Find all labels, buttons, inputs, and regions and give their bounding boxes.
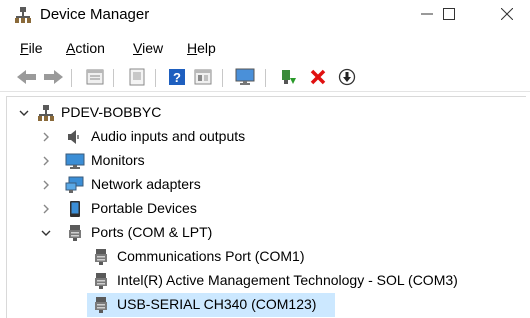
tree-item-label: Ports (COM & LPT) xyxy=(91,224,213,240)
tree-item-label: Monitors xyxy=(91,152,145,168)
chevron-down-icon[interactable] xyxy=(17,106,31,120)
chevron-right-icon[interactable] xyxy=(39,130,53,144)
properties-button[interactable] xyxy=(84,67,106,89)
portable-device-icon xyxy=(67,200,85,218)
port-icon xyxy=(67,224,85,242)
device-tree: PDEV-BOBBYC Audio inputs and outputs Mon… xyxy=(6,96,526,318)
tree-item-label: Intel(R) Active Management Technology - … xyxy=(117,272,458,288)
help-icon: ? xyxy=(168,68,186,89)
properties-icon xyxy=(86,69,104,88)
tree-item-com3[interactable]: Intel(R) Active Management Technology - … xyxy=(7,269,525,293)
tree-item-label: Network adapters xyxy=(91,176,201,192)
menu-help[interactable]: Help xyxy=(187,40,216,56)
update-driver-button[interactable] xyxy=(278,67,300,89)
close-button[interactable] xyxy=(484,0,530,30)
menu-action[interactable]: Action xyxy=(66,40,105,56)
tree-item-audio[interactable]: Audio inputs and outputs xyxy=(7,125,525,149)
view-button[interactable] xyxy=(192,67,214,89)
update-driver-icon xyxy=(280,68,298,89)
svg-text:?: ? xyxy=(173,70,181,85)
maximize-icon xyxy=(443,7,455,23)
device-manager-icon xyxy=(14,6,32,24)
toolbar-separator xyxy=(71,69,72,87)
toolbar-separator xyxy=(222,69,223,87)
help-button[interactable]: ? xyxy=(166,67,188,89)
port-icon xyxy=(93,248,111,266)
menu-bar: File Action View Help xyxy=(0,36,530,60)
uninstall-button[interactable] xyxy=(307,67,329,89)
show-hidden-button[interactable] xyxy=(126,67,148,89)
monitor-icon xyxy=(235,68,255,89)
forward-arrow-icon xyxy=(43,69,63,88)
tree-root-label: PDEV-BOBBYC xyxy=(61,104,162,120)
window-title: Device Manager xyxy=(40,6,150,23)
toolbar-separator xyxy=(113,69,114,87)
port-icon xyxy=(93,296,111,314)
tree-item-monitors[interactable]: Monitors xyxy=(7,149,525,173)
close-icon xyxy=(500,7,514,23)
disable-device-button[interactable] xyxy=(336,67,358,89)
monitor-icon xyxy=(65,152,85,170)
toolbar-separator xyxy=(265,69,266,87)
chevron-down-icon[interactable] xyxy=(39,226,53,240)
back-button[interactable] xyxy=(16,67,38,89)
chevron-right-icon[interactable] xyxy=(39,154,53,168)
show-hidden-icon xyxy=(128,68,146,89)
maximize-button[interactable] xyxy=(426,0,472,30)
tree-item-label: Communications Port (COM1) xyxy=(117,248,305,264)
toolbar-separator xyxy=(155,69,156,87)
tree-item-label: Audio inputs and outputs xyxy=(91,128,246,144)
port-icon xyxy=(93,272,111,290)
back-arrow-icon xyxy=(17,69,37,88)
tree-item-com123[interactable]: USB-SERIAL CH340 (COM123) xyxy=(87,293,335,317)
tree-root[interactable]: PDEV-BOBBYC xyxy=(7,101,525,125)
tree-item-portable-devices[interactable]: Portable Devices xyxy=(7,197,525,221)
scan-hardware-button[interactable] xyxy=(234,67,256,89)
tree-item-network-adapters[interactable]: Network adapters xyxy=(7,173,525,197)
uninstall-icon xyxy=(310,69,326,88)
toolbar: ? xyxy=(0,64,530,92)
forward-button[interactable] xyxy=(42,67,64,89)
tree-item-com1[interactable]: Communications Port (COM1) xyxy=(7,245,525,269)
title-bar: Device Manager xyxy=(0,0,530,30)
chevron-right-icon[interactable] xyxy=(39,178,53,192)
tree-item-label: Portable Devices xyxy=(91,200,197,216)
tree-item-label: USB-SERIAL CH340 (COM123) xyxy=(117,296,317,312)
computer-icon xyxy=(37,104,55,122)
download-icon xyxy=(338,68,356,89)
tree-item-ports[interactable]: Ports (COM & LPT) xyxy=(7,221,525,245)
view-icon xyxy=(194,69,212,88)
menu-file[interactable]: File xyxy=(20,40,43,56)
chevron-right-icon[interactable] xyxy=(39,202,53,216)
menu-view[interactable]: View xyxy=(133,40,163,56)
speaker-icon xyxy=(65,128,83,146)
network-icon xyxy=(65,176,84,194)
